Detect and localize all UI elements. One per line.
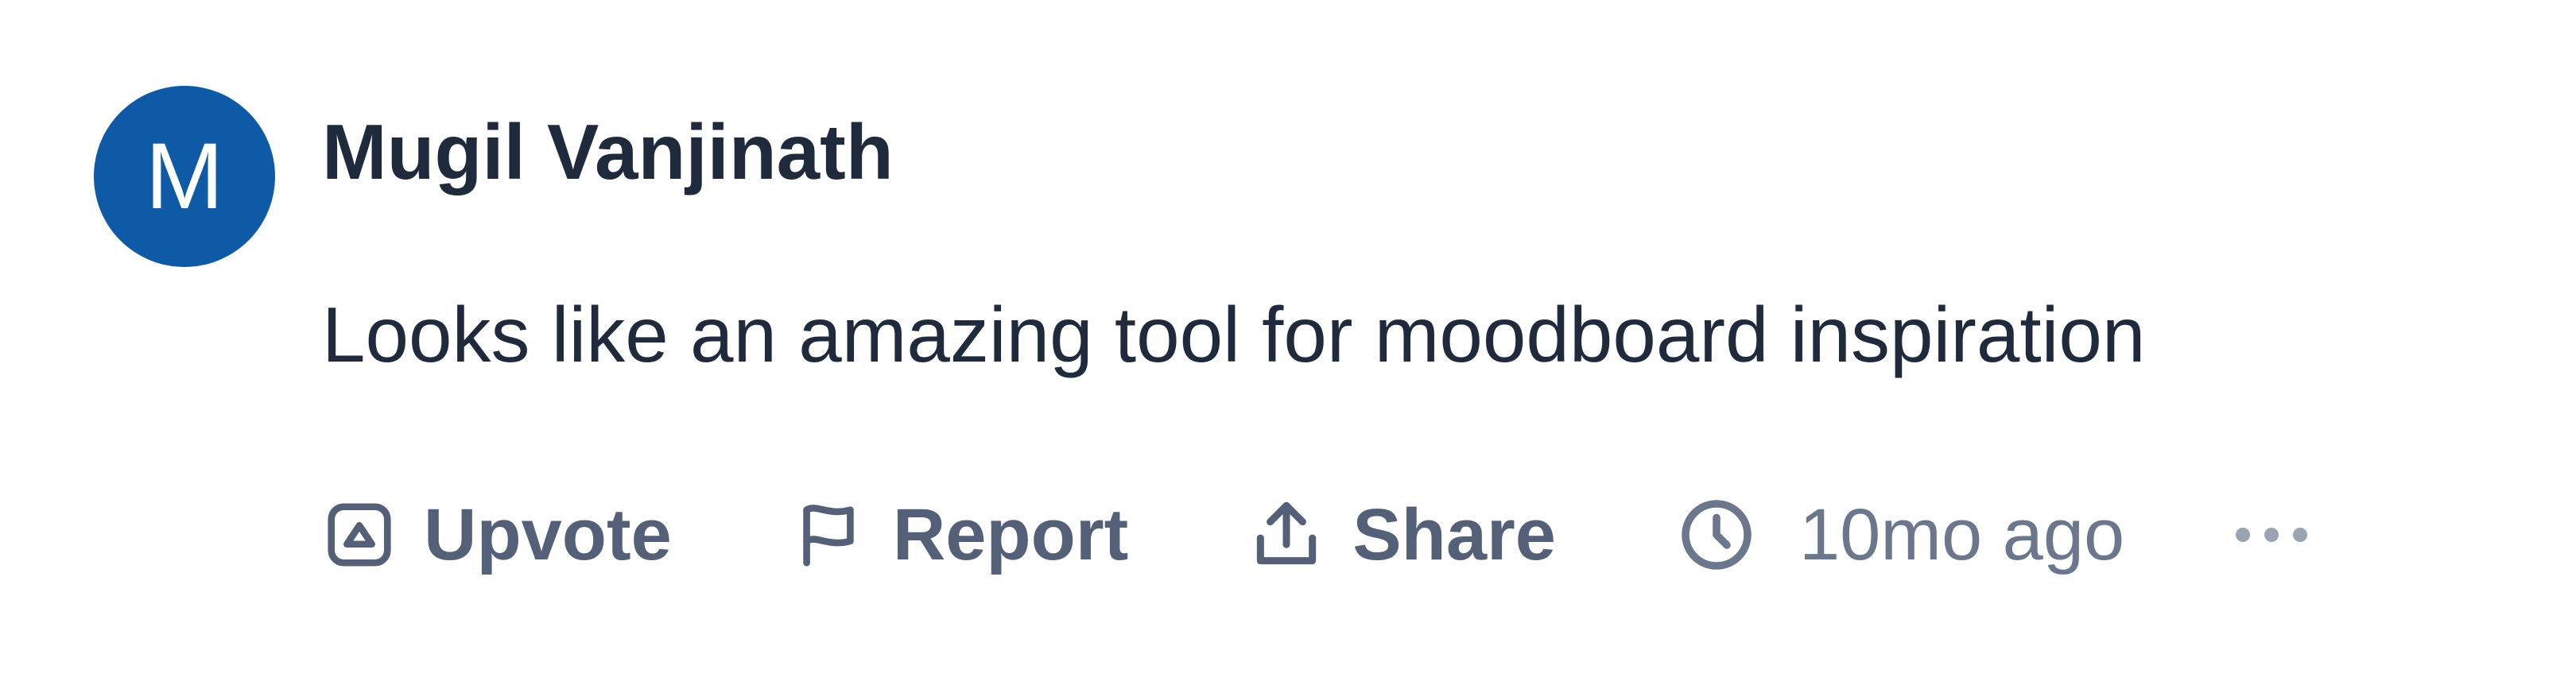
more-dot [2264, 528, 2279, 542]
comment-text: Looks like an amazing tool for moodboard… [322, 292, 2146, 378]
avatar[interactable]: M [94, 86, 275, 267]
share-icon [1247, 496, 1325, 574]
more-dot [2236, 528, 2251, 542]
flag-icon [791, 497, 866, 572]
upvote-button[interactable]: Upvote [322, 497, 672, 572]
upvote-icon [322, 497, 397, 572]
comment-timestamp: 10mo ago [1675, 493, 2124, 577]
timestamp-label: 10mo ago [1798, 493, 2125, 575]
comment-card: M Mugil Vanjinath Looks like an amazing … [0, 0, 2576, 685]
report-label: Report [892, 494, 1129, 575]
comment-author[interactable]: Mugil Vanjinath [322, 109, 894, 195]
share-button[interactable]: Share [1247, 496, 1556, 574]
upvote-label: Upvote [424, 494, 672, 575]
clock-icon [1675, 493, 1758, 576]
share-label: Share [1352, 494, 1556, 575]
comment-actions: Upvote Report Share 10mo ago [322, 479, 2308, 590]
report-button[interactable]: Report [791, 497, 1128, 572]
more-dot [2293, 528, 2308, 542]
more-icon[interactable] [2236, 528, 2308, 542]
